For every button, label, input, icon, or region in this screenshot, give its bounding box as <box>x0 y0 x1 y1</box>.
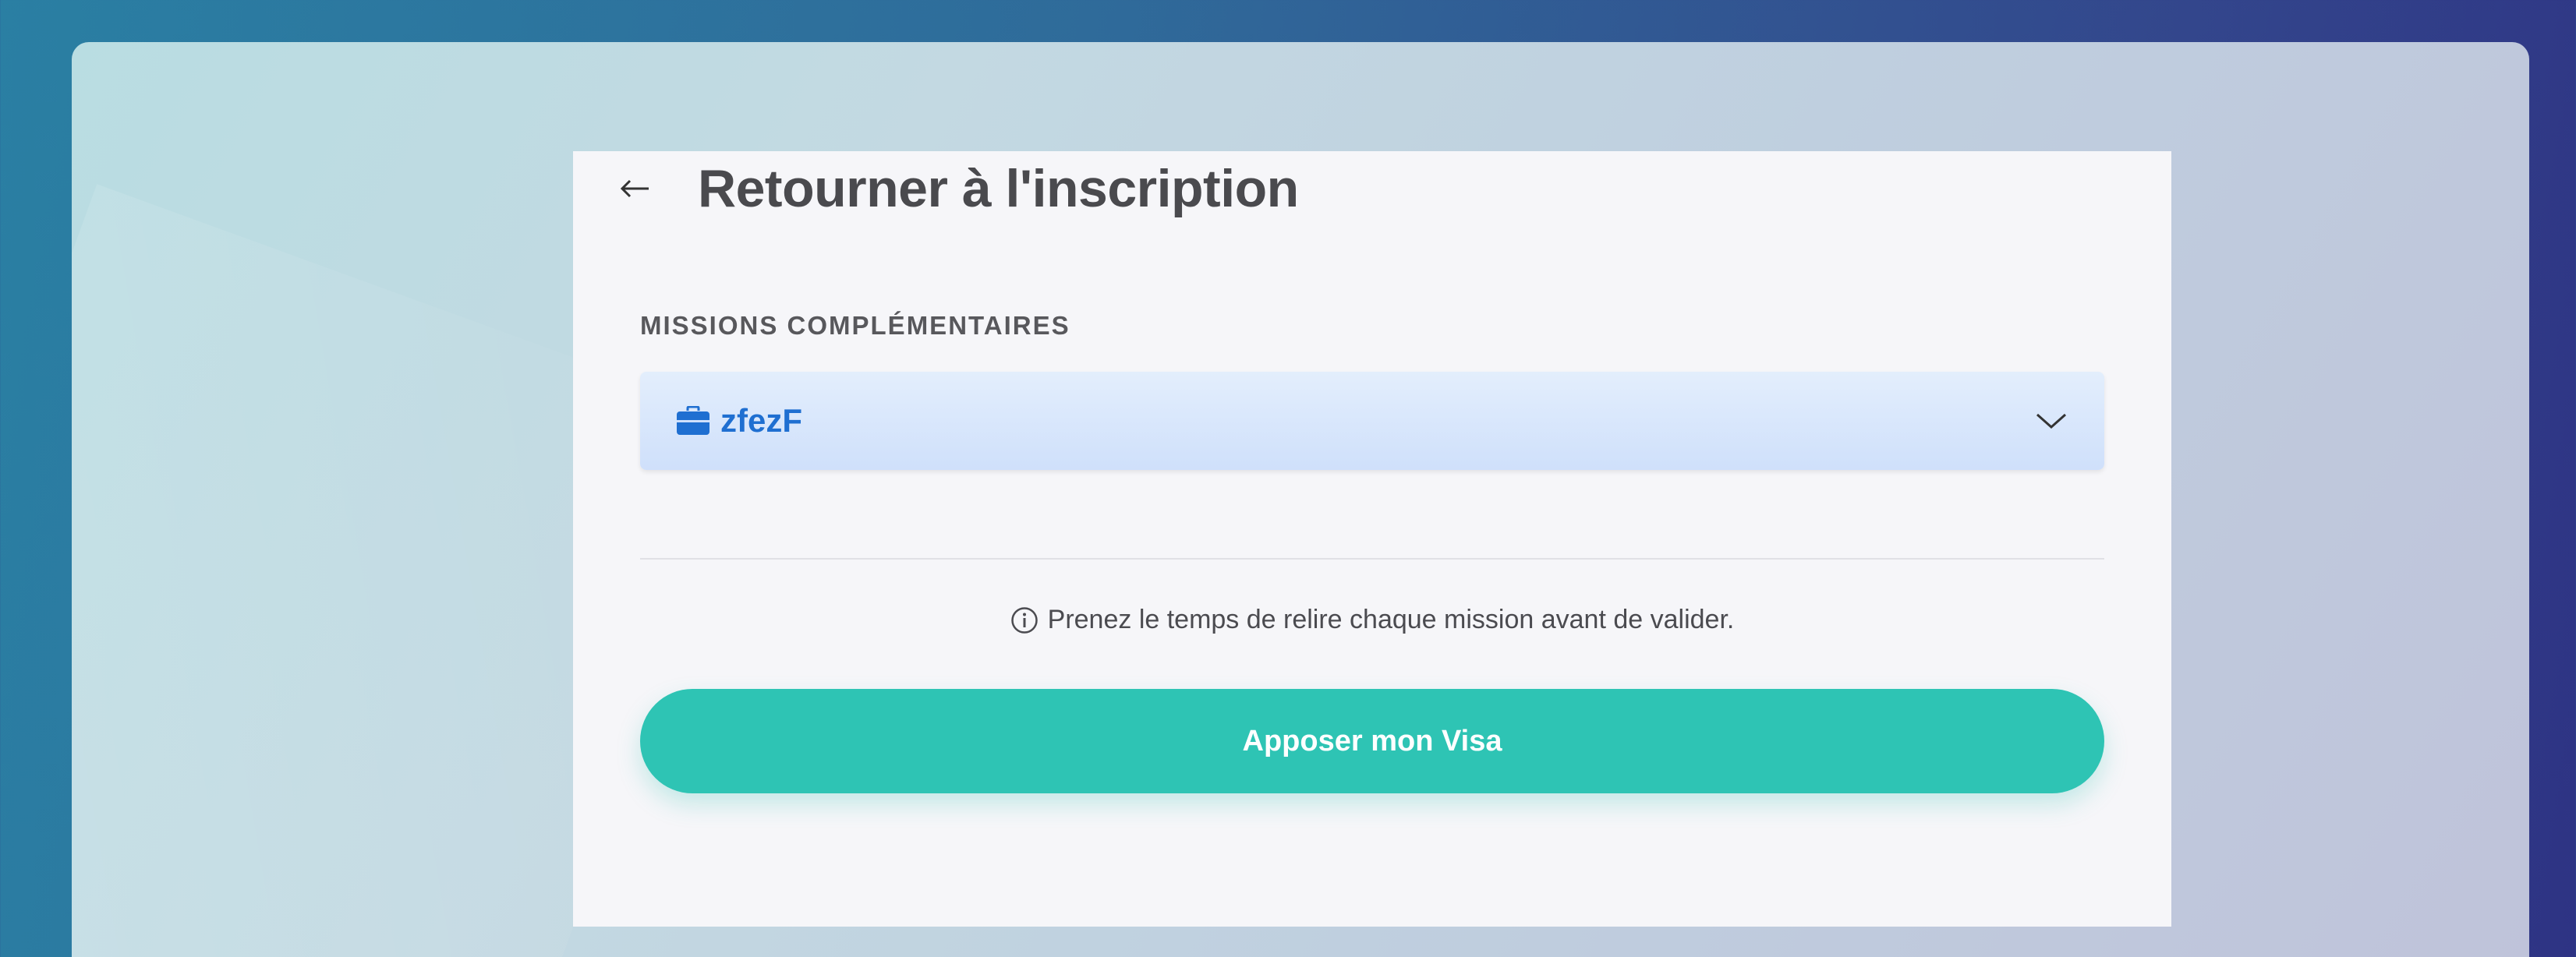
section-divider <box>640 558 2104 560</box>
missions-section-label: MISSIONS COMPLÉMENTAIRES <box>640 311 1070 340</box>
page-background: Retourner à l'inscription MISSIONS COMPL… <box>72 42 2529 957</box>
page-title: Retourner à l'inscription <box>698 158 1299 218</box>
info-notice: Prenez le temps de relire chaque mission… <box>573 605 2171 635</box>
chevron-down-icon[interactable] <box>2034 405 2068 436</box>
info-icon <box>1010 606 1039 634</box>
submit-visa-button[interactable]: Apposer mon Visa <box>640 689 2104 793</box>
visa-card: Retourner à l'inscription MISSIONS COMPL… <box>573 151 2171 927</box>
mission-dropdown[interactable]: zfezF <box>640 372 2104 470</box>
info-text: Prenez le temps de relire chaque mission… <box>1047 605 1735 634</box>
mission-selected-value: zfezF <box>720 402 802 439</box>
page-header: Retourner à l'inscription <box>616 151 1299 225</box>
briefcase-icon <box>676 405 710 436</box>
arrow-left-icon[interactable] <box>616 169 655 208</box>
